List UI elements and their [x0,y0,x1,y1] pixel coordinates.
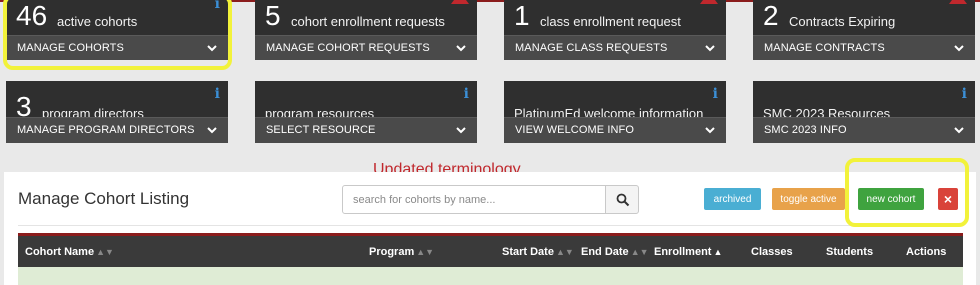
cohort-listing-panel: Manage Cohort Listing archived toggle ac… [4,172,976,285]
sort-icon: ▲▼ [416,247,435,257]
manage-cohort-requests-dropdown[interactable]: MANAGE COHORT REQUESTS [255,35,477,60]
manage-class-requests-dropdown[interactable]: MANAGE CLASS REQUESTS [504,35,726,60]
tile-count: 1 [514,0,530,31]
sort-icon: ▲▼ [555,247,574,257]
sort-icon: ▲▼ [96,247,114,257]
chevron-down-icon [954,127,964,134]
tile-action-label: MANAGE PROGRAM DIRECTORS [17,124,195,136]
search-icon [616,193,630,207]
manage-program-directors-dropdown[interactable]: MANAGE PROGRAM DIRECTORS [6,117,228,143]
chevron-down-icon [456,45,466,52]
tile-action-label: SMC 2023 INFO [764,124,847,136]
select-resource-dropdown[interactable]: SELECT RESOURCE [255,117,477,143]
highlight-annotation [3,0,232,70]
tile-count: 2 [763,0,779,31]
tile-contracts-expiring: 2 Contracts Expiring MANAGE CONTRACTS [753,0,975,60]
page-title: Manage Cohort Listing [18,189,190,208]
smc-info-dropdown[interactable]: SMC 2023 INFO [753,117,975,143]
tile-action-label: MANAGE COHORT REQUESTS [266,42,430,54]
archived-button[interactable]: archived [704,188,761,210]
chevron-down-icon [456,127,466,134]
info-icon[interactable]: i [962,87,967,101]
tile-action-label: SELECT RESOURCE [266,124,376,136]
tile-program-resources: program resources i SELECT RESOURCE [255,81,477,143]
tile-program-directors: 3 program directors i MANAGE PROGRAM DIR… [6,81,228,143]
tile-count: 5 [265,0,281,31]
info-icon[interactable]: i [215,87,220,101]
tile-action-label: MANAGE CLASS REQUESTS [515,42,668,54]
tile-label: class enrollment request [540,14,681,29]
highlight-annotation [845,158,969,227]
chevron-down-icon [207,127,217,134]
warning-icon[interactable] [451,0,469,4]
chevron-down-icon [954,45,964,52]
chevron-down-icon [705,127,715,134]
search-input[interactable] [342,185,606,214]
column-header-actions: Actions [906,246,947,258]
warning-icon[interactable] [700,0,718,4]
tile-action-label: VIEW WELCOME INFO [515,124,635,136]
tile-class-enrollment-request: 1 class enrollment request MANAGE CLASS … [504,0,726,60]
sort-icon: ▲▼ [630,247,649,257]
tile-label: Contracts Expiring [789,14,896,29]
table-header: Cohort Name ▲▼ Program ▲▼ Start Date ▲▼ End… [18,233,963,267]
warning-icon[interactable] [949,0,967,4]
tile-label: cohort enrollment requests [291,14,445,29]
column-header-end-date[interactable]: End Date ▲▼ [581,246,649,258]
column-header-enrollment[interactable]: Enrollment ▲ [654,246,722,258]
tile-cohort-enrollment-requests: 5 cohort enrollment requests MANAGE COHO… [255,0,477,60]
sort-asc-icon: ▲ [713,247,723,257]
tile-action-label: MANAGE CONTRACTS [764,42,885,54]
column-header-classes: Classes [751,246,793,258]
tile-smc-resources: SMC 2023 Resources i SMC 2023 INFO [753,81,975,143]
column-header-students: Students [826,246,874,258]
view-welcome-info-dropdown[interactable]: VIEW WELCOME INFO [504,117,726,143]
info-icon[interactable]: i [464,87,469,101]
column-header-cohort-name[interactable]: Cohort Name ▲▼ [25,246,114,258]
toggle-active-button[interactable]: toggle active [772,188,845,210]
divider [18,225,962,226]
chevron-down-icon [705,45,715,52]
column-header-start-date[interactable]: Start Date ▲▼ [502,246,574,258]
info-icon[interactable]: i [713,87,718,101]
search-button[interactable] [605,185,639,214]
tile-welcome-information: PlatinumEd welcome information i VIEW WE… [504,81,726,143]
table-row[interactable] [18,267,963,285]
manage-contracts-dropdown[interactable]: MANAGE CONTRACTS [753,35,975,60]
column-header-program[interactable]: Program ▲▼ [369,246,434,258]
